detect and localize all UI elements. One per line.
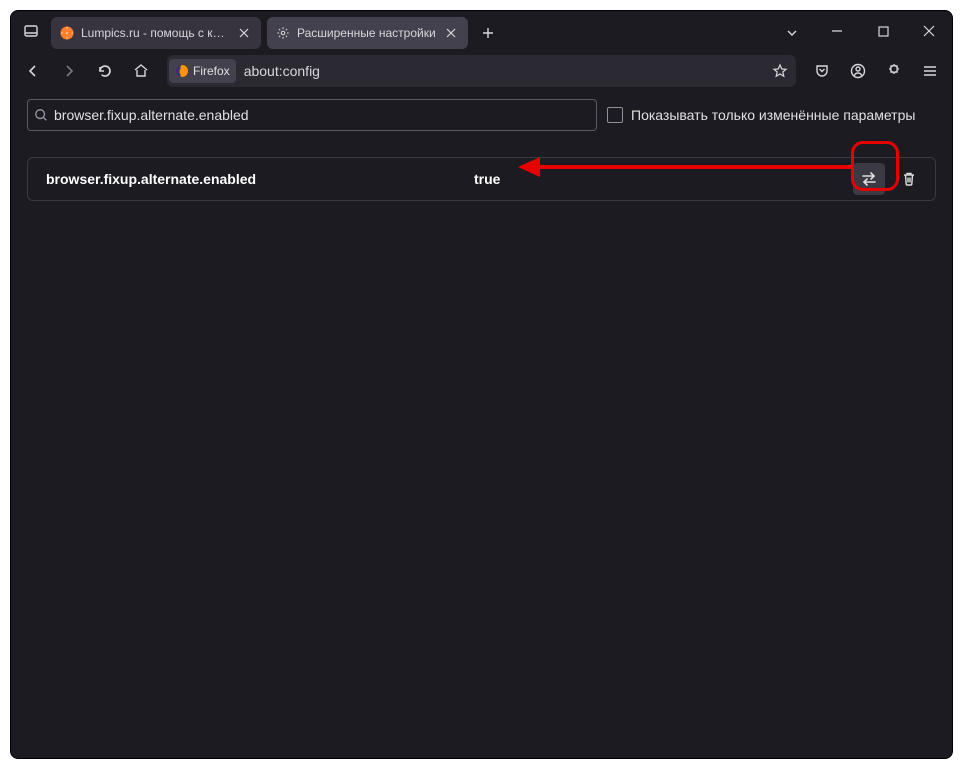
minimize-button[interactable] xyxy=(814,11,860,51)
star-icon xyxy=(772,63,788,79)
new-tab-button[interactable] xyxy=(474,19,502,47)
extensions-button[interactable] xyxy=(878,55,910,87)
bookmark-star-button[interactable] xyxy=(766,57,794,85)
app-menu-button[interactable] xyxy=(914,55,946,87)
favicon-lumpics xyxy=(59,25,75,41)
account-icon xyxy=(850,63,866,79)
titlebar: Lumpics.ru - помощь с компь Расширенные … xyxy=(11,11,952,51)
tab-strip: Lumpics.ru - помощь с компь Расширенные … xyxy=(51,11,814,51)
firefox-badge: Firefox xyxy=(169,59,236,83)
close-icon[interactable] xyxy=(235,24,253,42)
swap-icon xyxy=(860,170,878,188)
tabs-below-icon xyxy=(23,23,39,39)
close-icon[interactable] xyxy=(442,24,460,42)
pref-name: browser.fixup.alternate.enabled xyxy=(46,171,466,187)
tab-label: Расширенные настройки xyxy=(297,26,436,40)
firefox-badge-label: Firefox xyxy=(193,64,230,78)
tab-aboutconfig[interactable]: Расширенные настройки xyxy=(267,17,468,49)
browser-window: Lumpics.ru - помощь с компь Расширенные … xyxy=(10,10,953,759)
reload-button[interactable] xyxy=(89,55,121,87)
only-modified-label: Показывать только изменённые параметры xyxy=(631,107,915,123)
pref-row: browser.fixup.alternate.enabled true xyxy=(27,157,936,201)
url-bar[interactable]: Firefox about:config xyxy=(167,55,796,87)
back-button[interactable] xyxy=(17,55,49,87)
window-controls xyxy=(814,11,952,51)
pref-value: true xyxy=(474,171,845,187)
pref-search-input[interactable]: browser.fixup.alternate.enabled xyxy=(27,99,597,131)
home-button[interactable] xyxy=(125,55,157,87)
tab-label: Lumpics.ru - помощь с компь xyxy=(81,26,229,40)
checkbox-icon xyxy=(607,107,623,123)
nav-toolbar: Firefox about:config xyxy=(11,51,952,91)
pocket-icon xyxy=(814,63,830,79)
gear-icon xyxy=(275,25,291,41)
puzzle-icon xyxy=(886,63,902,79)
trash-icon xyxy=(901,171,917,187)
aboutconfig-content: browser.fixup.alternate.enabled Показыва… xyxy=(11,91,952,758)
delete-button[interactable] xyxy=(893,163,925,195)
firefox-icon xyxy=(175,64,189,78)
only-modified-checkbox[interactable]: Показывать только изменённые параметры xyxy=(607,107,936,123)
maximize-button[interactable] xyxy=(860,11,906,51)
search-row: browser.fixup.alternate.enabled Показыва… xyxy=(27,99,936,131)
search-value: browser.fixup.alternate.enabled xyxy=(54,107,249,123)
tabs-below-toggle[interactable] xyxy=(11,11,51,51)
toggle-button[interactable] xyxy=(853,163,885,195)
close-button[interactable] xyxy=(906,11,952,51)
account-button[interactable] xyxy=(842,55,874,87)
tabs-overflow-button[interactable] xyxy=(778,19,806,47)
tab-lumpics[interactable]: Lumpics.ru - помощь с компь xyxy=(51,17,261,49)
pocket-button[interactable] xyxy=(806,55,838,87)
forward-button[interactable] xyxy=(53,55,85,87)
hamburger-icon xyxy=(922,63,938,79)
search-icon xyxy=(34,108,48,122)
url-text: about:config xyxy=(240,63,766,79)
